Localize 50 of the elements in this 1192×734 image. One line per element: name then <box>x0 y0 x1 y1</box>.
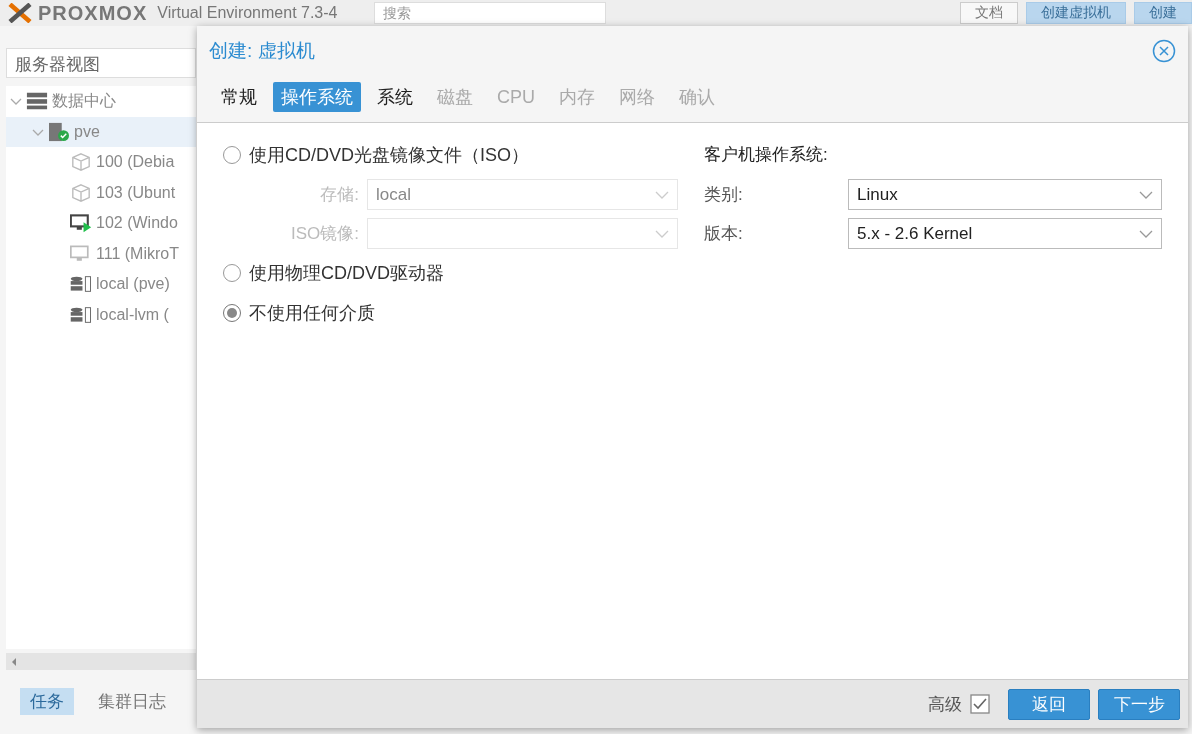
radio-label: 使用CD/DVD光盘镜像文件（ISO） <box>249 144 529 167</box>
monitor-icon <box>70 243 92 264</box>
section-heading: 客户机操作系统: <box>704 144 829 166</box>
storage-icon <box>70 304 92 325</box>
log-tab[interactable]: 任务 <box>20 688 74 715</box>
close-icon[interactable] <box>1152 39 1176 63</box>
version-title: Virtual Environment 7.3-4 <box>157 4 338 22</box>
tree-item[interactable]: local (pve) <box>6 269 196 300</box>
tree-item[interactable]: 102 (Windo <box>6 208 196 239</box>
caret-icon <box>1139 229 1153 238</box>
caret-icon <box>655 229 669 238</box>
logo-text: PROXMOX <box>38 1 148 25</box>
caret-icon <box>1139 190 1153 199</box>
cube-icon <box>70 152 92 173</box>
server-rack-icon <box>26 91 48 112</box>
tree-item[interactable]: pve <box>6 116 196 147</box>
wizard-tab[interactable]: 常规 <box>213 82 265 112</box>
wizard-tab[interactable]: 操作系统 <box>273 82 361 112</box>
radio-label: 使用物理CD/DVD驱动器 <box>249 262 444 285</box>
caret-icon <box>655 190 669 199</box>
cube-icon <box>70 182 92 203</box>
field-label: 存储: <box>319 184 359 206</box>
header-button[interactable]: 文档 <box>960 2 1018 24</box>
tree-item[interactable]: 103 (Ubunt <box>6 177 196 208</box>
dialog-title: 创建: 虚拟机 <box>209 39 315 63</box>
checkbox[interactable] <box>970 694 990 714</box>
logo-icon <box>8 3 32 23</box>
tree-item[interactable]: local-lvm ( <box>6 299 196 330</box>
advanced-label: 高级 <box>928 693 962 716</box>
tree-item[interactable]: 100 (Debia <box>6 147 196 178</box>
radio-label: 不使用任何介质 <box>249 302 375 325</box>
wizard-tab[interactable]: 系统 <box>369 82 421 112</box>
header-button[interactable]: 创建 <box>1134 2 1192 24</box>
scrollbar[interactable] <box>6 653 196 670</box>
storage-icon <box>70 274 92 295</box>
field-label: 版本: <box>704 223 744 245</box>
tree-item[interactable]: 数据中心 <box>6 86 196 117</box>
view-selector[interactable]: 服务器视图 <box>6 48 196 78</box>
search-field[interactable]: 搜索 <box>373 2 606 24</box>
wizard-button[interactable]: 返回 <box>1008 688 1090 720</box>
log-tab[interactable]: 集群日志 <box>88 688 176 715</box>
select-field[interactable]: Linux <box>848 179 1162 210</box>
field-label: ISO镜像: <box>290 223 359 245</box>
wizard-button[interactable]: 下一步 <box>1098 688 1180 720</box>
tree-item[interactable]: 111 (MikroT <box>6 238 196 269</box>
monitor-play-icon <box>70 213 92 234</box>
field-label: 类别: <box>704 184 744 206</box>
node-online-icon <box>48 121 70 142</box>
header-button[interactable]: 创建虚拟机 <box>1026 2 1126 24</box>
select-field[interactable]: 5.x - 2.6 Kernel <box>848 218 1162 249</box>
